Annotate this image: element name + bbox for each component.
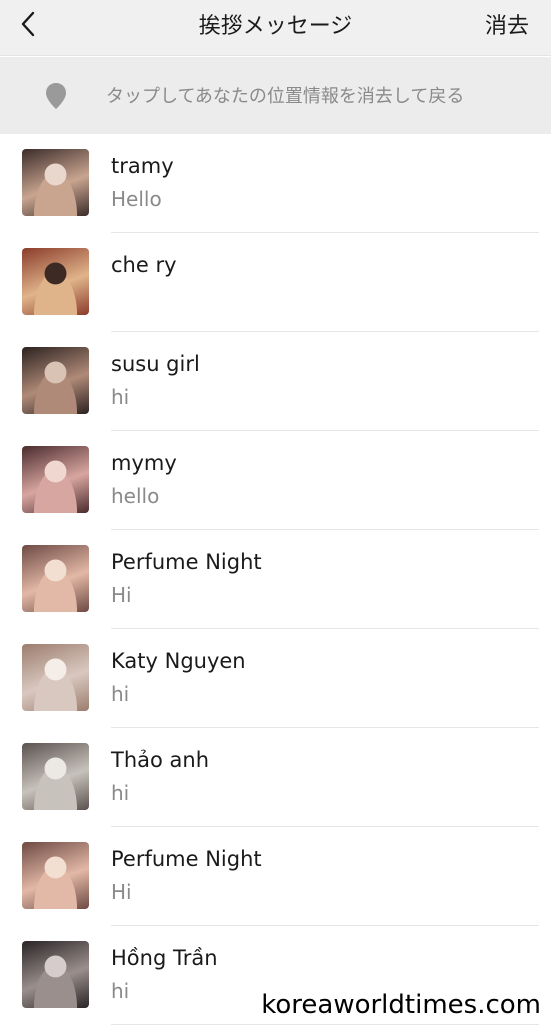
clear-location-hint: タップしてあなたの位置情報を消去して戻る bbox=[106, 82, 464, 108]
location-pin-icon bbox=[45, 82, 67, 110]
conversation-row[interactable]: Perfume Night Hi bbox=[0, 530, 551, 629]
avatar[interactable] bbox=[22, 446, 89, 513]
conversation-row[interactable]: Perfume Night Hi bbox=[0, 827, 551, 926]
conversation-message: Hi bbox=[111, 583, 132, 607]
conversation-row[interactable]: susu girl hi bbox=[0, 332, 551, 431]
conversation-message: hi bbox=[111, 979, 129, 1003]
avatar[interactable] bbox=[22, 842, 89, 909]
conversation-name: Hồng Trần bbox=[111, 946, 218, 970]
avatar[interactable] bbox=[22, 248, 89, 315]
back-button[interactable] bbox=[14, 10, 42, 38]
conversation-message: Hello bbox=[111, 187, 162, 211]
conversation-message: hi bbox=[111, 385, 129, 409]
conversation-name: Katy Nguyen bbox=[111, 649, 246, 673]
conversation-message: hello bbox=[111, 484, 159, 508]
conversation-row[interactable]: Katy Nguyen hi bbox=[0, 629, 551, 728]
avatar[interactable] bbox=[22, 149, 89, 216]
conversation-row[interactable]: che ry bbox=[0, 233, 551, 332]
conversation-name: Perfume Night bbox=[111, 550, 262, 574]
conversation-name: che ry bbox=[111, 253, 177, 277]
avatar[interactable] bbox=[22, 347, 89, 414]
clear-button[interactable]: 消去 bbox=[485, 8, 529, 40]
conversation-row[interactable]: mymy hello bbox=[0, 431, 551, 530]
clear-location-bar[interactable]: タップしてあなたの位置情報を消去して戻る bbox=[0, 57, 551, 134]
conversation-message: Hi bbox=[111, 880, 132, 904]
avatar[interactable] bbox=[22, 941, 89, 1008]
conversation-name: Perfume Night bbox=[111, 847, 262, 871]
conversation-name: Thảo anh bbox=[111, 748, 209, 772]
avatar[interactable] bbox=[22, 545, 89, 612]
conversation-row[interactable]: Thảo anh hi bbox=[0, 728, 551, 827]
avatar[interactable] bbox=[22, 743, 89, 810]
watermark: koreaworldtimes.com bbox=[259, 990, 543, 1020]
conversation-row[interactable]: tramy Hello bbox=[0, 134, 551, 233]
conversation-list: tramy Hello che ry susu girl hi mymy hello Perf… bbox=[0, 134, 551, 1025]
chevron-left-icon bbox=[19, 10, 37, 38]
conversation-name: mymy bbox=[111, 451, 177, 475]
conversation-name: susu girl bbox=[111, 352, 200, 376]
conversation-message: hi bbox=[111, 682, 129, 706]
conversation-message: hi bbox=[111, 781, 129, 805]
conversation-name: tramy bbox=[111, 154, 174, 178]
page-title: 挨拶メッセージ bbox=[0, 8, 551, 40]
navigation-bar: 挨拶メッセージ 消去 bbox=[0, 0, 551, 56]
avatar[interactable] bbox=[22, 644, 89, 711]
